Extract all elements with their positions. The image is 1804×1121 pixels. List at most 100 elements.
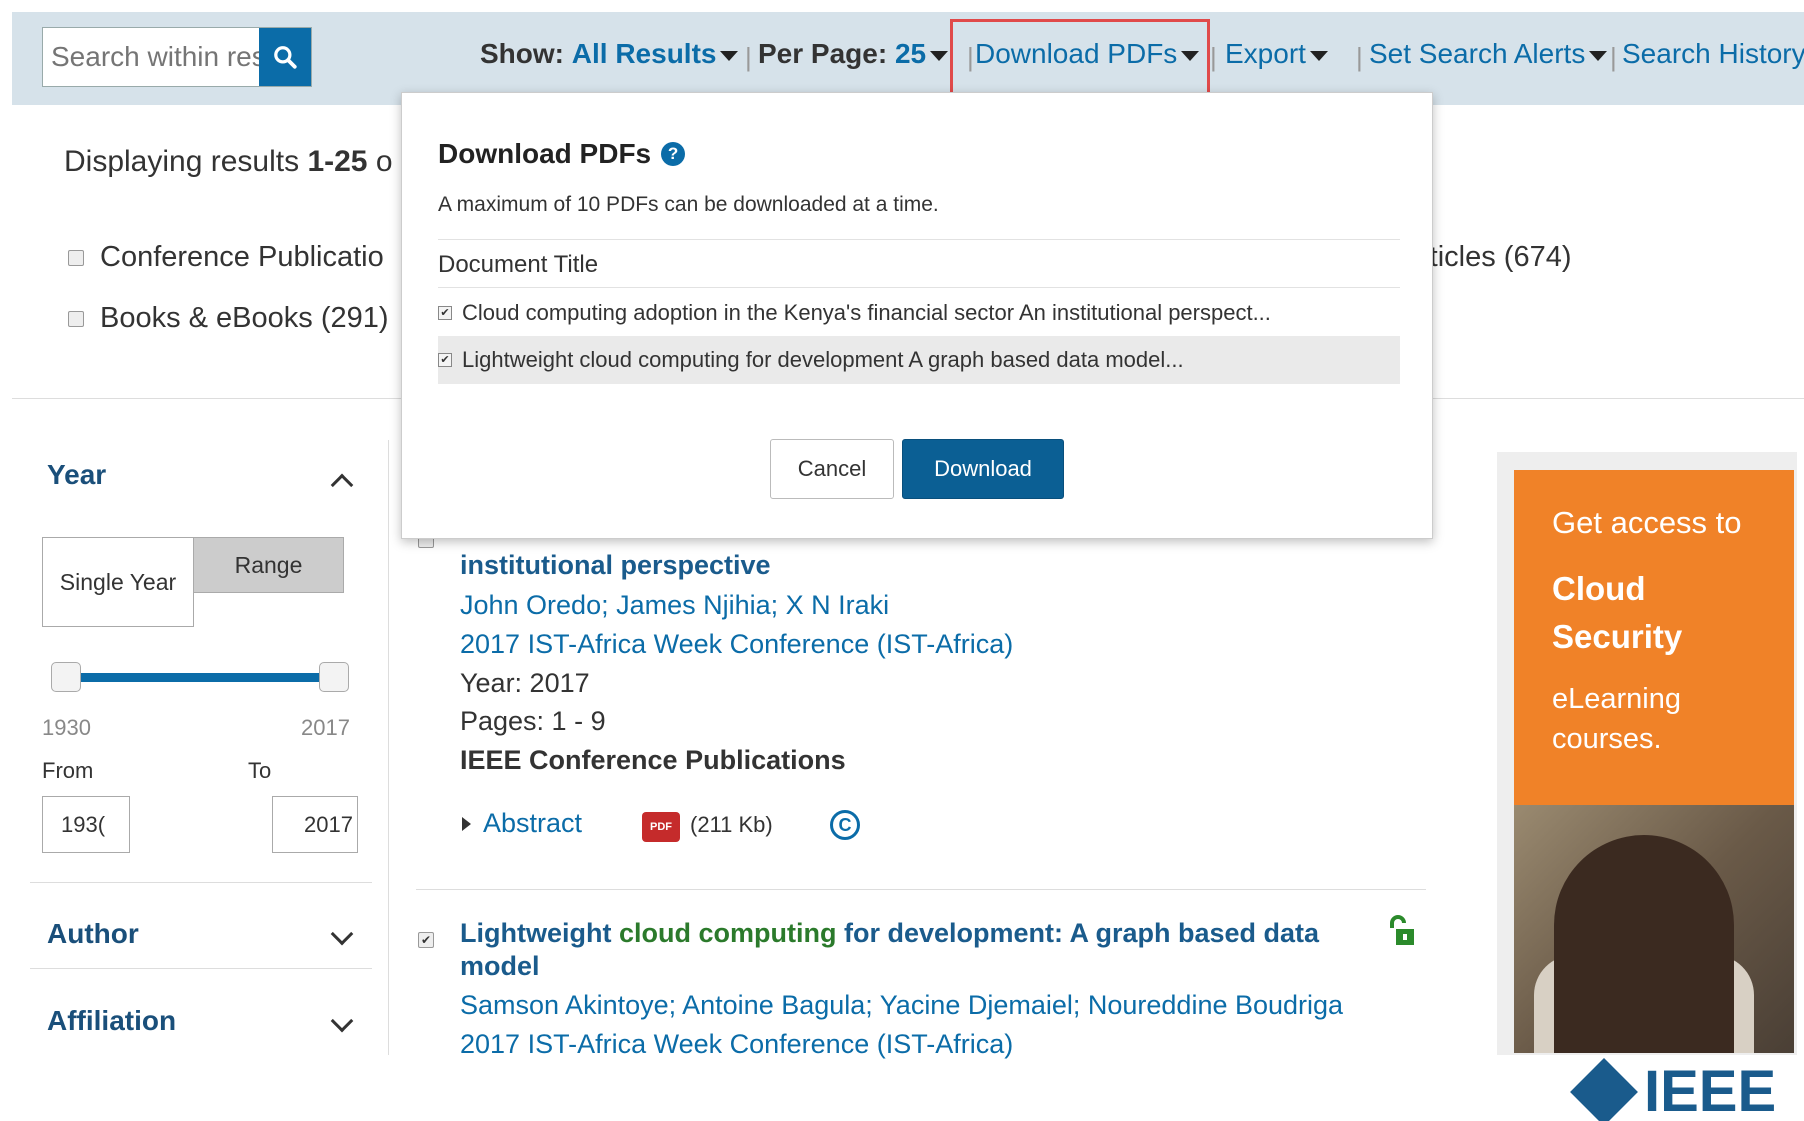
toolbar-separator: | <box>1356 42 1363 72</box>
result-pages: Pages: 1 - 9 <box>460 706 606 736</box>
range-toggle[interactable]: Range <box>193 537 344 593</box>
document-title-header: Document Title <box>438 251 599 278</box>
year-from-input[interactable]: 193( <box>42 796 130 853</box>
set-search-alerts-label[interactable]: Set Search Alerts <box>1369 38 1585 69</box>
year-slider-min-handle[interactable] <box>51 662 81 692</box>
abstract-label: Abstract <box>483 808 583 838</box>
single-year-toggle[interactable]: Single Year <box>42 537 194 627</box>
search-history-label[interactable]: Search History <box>1622 38 1804 69</box>
ad-photo-person <box>1554 835 1734 1053</box>
toolbar-separator: | <box>745 42 752 72</box>
search-history-link[interactable]: Search History <box>1622 38 1804 70</box>
help-icon[interactable]: ? <box>661 142 686 166</box>
export-menu[interactable]: Export <box>1225 38 1328 70</box>
triangle-right-icon <box>462 816 471 831</box>
popup-document-row[interactable]: ✔ Cloud computing adoption in the Kenya'… <box>438 289 1400 337</box>
per-page-filter[interactable]: Per Page: 25 <box>758 38 949 70</box>
ad-line: Get access to <box>1552 505 1742 540</box>
summary-range: 1-25 <box>307 145 368 178</box>
pdf-icon[interactable]: PDF <box>642 812 680 842</box>
show-value[interactable]: All Results <box>572 38 717 69</box>
popup-divider <box>438 239 1400 240</box>
year-min-label: 1930 <box>42 715 91 740</box>
set-search-alerts-menu[interactable]: Set Search Alerts <box>1369 38 1608 70</box>
search-button[interactable] <box>259 28 311 86</box>
ad-line: eLearning <box>1552 683 1681 715</box>
cancel-button[interactable]: Cancel <box>770 439 894 499</box>
toolbar-separator: | <box>1610 42 1617 72</box>
filter-label: Conference Publicatio <box>100 241 384 273</box>
show-filter[interactable]: Show: All Results <box>480 38 739 70</box>
checkbox-checked[interactable]: ✔ <box>438 353 452 367</box>
year-to-input[interactable]: 2017 <box>272 796 358 853</box>
pdf-size: (211 Kb) <box>690 812 773 837</box>
ad-line: courses. <box>1552 723 1662 755</box>
ieee-logo-text: IEEE <box>1644 1059 1777 1121</box>
year-slider-track[interactable] <box>66 673 334 682</box>
title-part: for development: A graph based data <box>836 918 1320 948</box>
facet-divider <box>30 882 372 883</box>
result-title[interactable]: institutional perspective <box>460 550 771 581</box>
download-button[interactable]: Download <box>902 439 1064 499</box>
search-within-results[interactable] <box>42 27 312 87</box>
checkbox[interactable] <box>68 310 84 327</box>
cloud-security-ad[interactable]: Get access to Cloud Security eLearning c… <box>1514 470 1794 1053</box>
caret-down-icon <box>930 50 949 61</box>
year-facet-title[interactable]: Year <box>47 459 106 491</box>
to-label: To <box>248 758 272 783</box>
year-max-label: 2017 <box>301 715 350 740</box>
search-within-input[interactable] <box>43 28 259 86</box>
result-conference[interactable]: 2017 IST-Africa Week Conference (IST-Afr… <box>460 629 1013 660</box>
popup-note: A maximum of 10 PDFs can be downloaded a… <box>438 193 939 216</box>
result-year: Year: 2017 <box>460 668 590 698</box>
per-page-label: Per Page: <box>758 38 888 69</box>
result-title-line2[interactable]: model <box>460 951 540 982</box>
chevron-down-icon[interactable] <box>330 922 354 946</box>
ad-line: Cloud <box>1552 570 1646 607</box>
result-publisher: IEEE Conference Publications <box>460 745 846 775</box>
year-slider-max-handle[interactable] <box>319 662 349 692</box>
chevron-down-icon[interactable] <box>330 1009 354 1033</box>
ad-photo <box>1514 805 1794 1053</box>
caret-down-icon <box>720 50 739 61</box>
result-title[interactable]: Lightweight cloud computing for developm… <box>460 918 1319 949</box>
ad-line: Security <box>1552 618 1683 655</box>
chevron-up-icon[interactable] <box>330 473 354 497</box>
result-authors[interactable]: Samson Akintoye; Antoine Bagula; Yacine … <box>460 990 1343 1021</box>
result-checkbox-checked[interactable]: ✔ <box>418 932 434 948</box>
results-summary: Displaying results 1-25 o <box>64 145 393 179</box>
checkbox[interactable] <box>68 249 84 266</box>
popup-document-row[interactable]: ✔ Lightweight cloud computing for develo… <box>438 336 1400 384</box>
result-conference[interactable]: 2017 IST-Africa Week Conference (IST-Afr… <box>460 1029 1013 1060</box>
copyright-icon[interactable]: C <box>830 810 860 840</box>
author-facet-title[interactable]: Author <box>47 918 139 950</box>
filter-books-ebooks[interactable]: Books & eBooks (291) <box>68 302 389 335</box>
caret-down-icon <box>1589 50 1608 61</box>
popup-title: Download PDFs ? <box>438 138 686 170</box>
export-label[interactable]: Export <box>1225 38 1306 69</box>
checkbox-checked[interactable]: ✔ <box>438 306 452 320</box>
ieee-logo: IEEE <box>1570 1057 1777 1121</box>
affiliation-facet-title[interactable]: Affiliation <box>47 1005 176 1037</box>
filter-articles[interactable]: rticles (674) <box>1420 241 1572 274</box>
result-authors[interactable]: John Oredo; James Njihia; X N Iraki <box>460 590 889 621</box>
summary-prefix: Displaying results <box>64 145 308 178</box>
show-label: Show: <box>480 38 564 69</box>
popup-title-text: Download PDFs <box>438 138 652 169</box>
open-access-lock-icon <box>1390 915 1414 945</box>
document-title: Lightweight cloud computing for developm… <box>462 347 1184 372</box>
ieee-diamond-icon <box>1570 1057 1638 1121</box>
abstract-toggle[interactable]: Abstract <box>462 808 582 839</box>
filter-label: rticles (674) <box>1420 241 1572 273</box>
download-pdfs-popup: Download PDFs ? A maximum of 10 PDFs can… <box>401 92 1433 539</box>
per-page-value[interactable]: 25 <box>895 38 926 69</box>
facet-divider <box>30 968 372 969</box>
sidebar-divider <box>388 440 389 1055</box>
filter-conference-publications[interactable]: Conference Publicatio <box>68 241 384 274</box>
from-label: From <box>42 758 94 783</box>
caret-down-icon <box>1309 50 1328 61</box>
document-title: Cloud computing adoption in the Kenya's … <box>462 300 1271 325</box>
search-icon <box>274 46 297 69</box>
popup-divider <box>438 287 1400 288</box>
toolbar-separator: | <box>1210 42 1217 72</box>
